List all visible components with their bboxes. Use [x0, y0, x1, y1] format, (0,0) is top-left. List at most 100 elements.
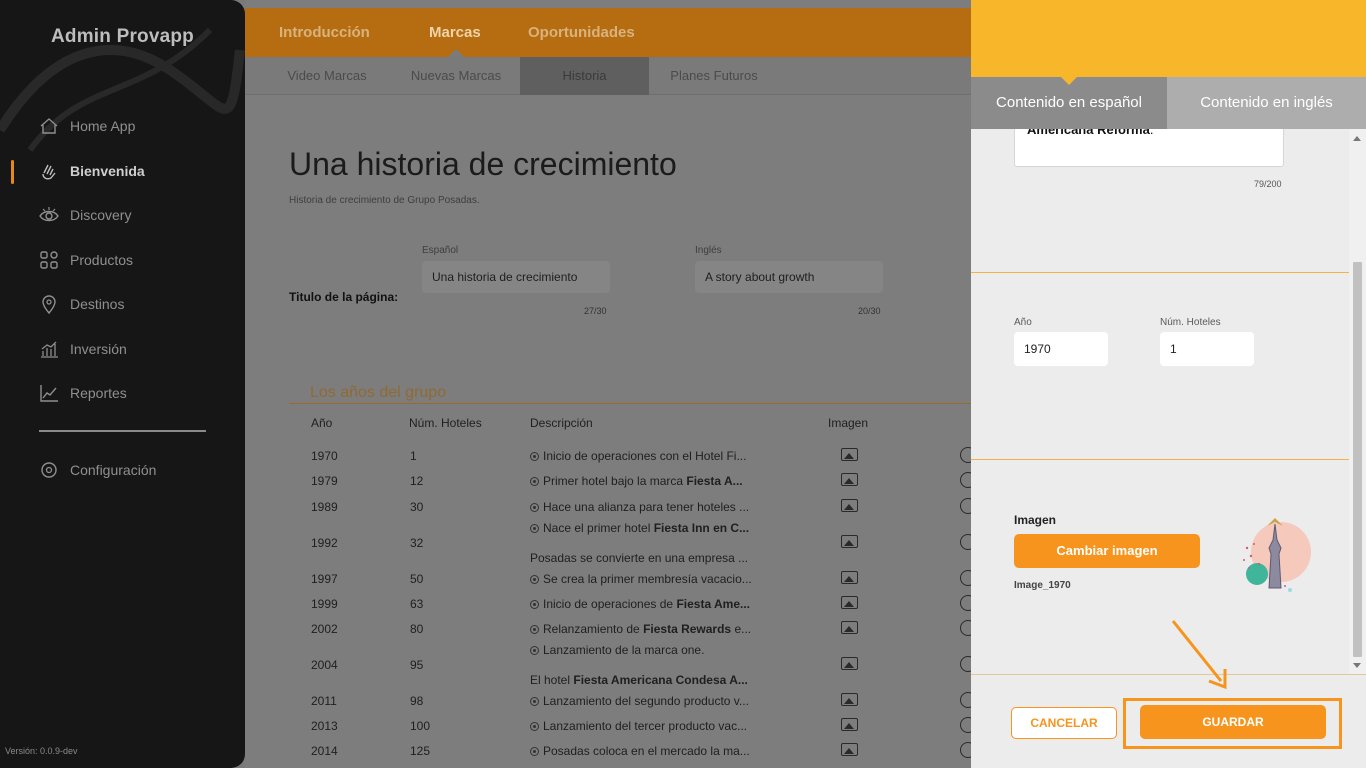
cell-hotels: 80: [410, 622, 424, 636]
image-icon[interactable]: [841, 657, 858, 670]
edit-icon[interactable]: [960, 656, 971, 672]
tab-introduccion[interactable]: Introducción: [279, 24, 370, 41]
description-text: Posadas coloca en el mercado la ma...: [543, 744, 750, 758]
image-icon[interactable]: [841, 743, 858, 756]
description-text: e...: [731, 622, 752, 636]
language-tabs: Contenido en español Contenido en inglés: [971, 77, 1366, 129]
cancel-button[interactable]: CANCELAR: [1011, 707, 1117, 739]
bullet-icon: [530, 697, 539, 706]
bar-chart-icon: [38, 338, 60, 360]
sidebar-item-configuracion[interactable]: Configuración: [38, 458, 156, 482]
table-row[interactable]: 2014 125 Posadas coloca en el mercado la m…: [245, 742, 971, 766]
edit-icon[interactable]: [960, 472, 971, 488]
sidebar-item-discovery[interactable]: Discovery: [38, 203, 131, 227]
cell-description: Lanzamiento del segundo producto v...: [530, 694, 749, 708]
image-icon[interactable]: [841, 535, 858, 548]
cell-year: 1999: [311, 597, 338, 611]
bullet-icon: [530, 600, 539, 609]
title-es-input[interactable]: Una historia de crecimiento: [422, 261, 610, 293]
map-pin-icon: [38, 293, 60, 315]
panel-scroll-area: Americana Reforma. 79/200 Año 1970 Núm. …: [971, 129, 1366, 674]
table-row[interactable]: 1997 50 Se crea la primer membresía vacaci…: [245, 570, 971, 594]
sidebar-item-productos[interactable]: Productos: [38, 248, 133, 272]
sidebar-item-inversion[interactable]: Inversión: [38, 337, 127, 361]
version-label: Versión: 0.0.9-dev: [5, 746, 78, 756]
cell-hotels: 1: [410, 449, 417, 463]
active-indicator: [11, 160, 14, 184]
subtab-planes-futuros[interactable]: Planes Futuros: [649, 57, 779, 95]
bullet-icon: [530, 575, 539, 584]
description-text: Lanzamiento del segundo producto v...: [543, 694, 749, 708]
tab-contenido-ingles[interactable]: Contenido en inglés: [1167, 77, 1366, 129]
year-input[interactable]: 1970: [1014, 332, 1108, 366]
edit-icon[interactable]: [960, 620, 971, 636]
image-thumbnail: [1243, 518, 1311, 592]
cell-year: 2011: [311, 694, 337, 708]
sidebar-item-home-app[interactable]: Home App: [38, 114, 135, 138]
edit-icon[interactable]: [960, 534, 971, 550]
table-row[interactable]: 1979 12 Primer hotel bajo la marca Fiesta …: [245, 472, 971, 496]
edit-icon[interactable]: [960, 717, 971, 733]
table-row[interactable]: 2002 80 Relanzamiento de Fiesta Rewards e.…: [245, 620, 971, 644]
sidebar-item-reportes[interactable]: Reportes: [38, 381, 127, 405]
image-icon[interactable]: [841, 571, 858, 584]
table-row[interactable]: 1992 32 Nace el primer hotel Fiesta Inn en…: [245, 521, 971, 566]
change-image-button[interactable]: Cambiar imagen: [1014, 534, 1200, 568]
image-icon[interactable]: [841, 596, 858, 609]
edit-icon[interactable]: [960, 742, 971, 758]
sidebar-item-label: Inversión: [70, 341, 127, 357]
description-text: Inicio de operaciones con el Hotel Fi...: [543, 449, 747, 463]
cell-year: 2004: [311, 658, 338, 672]
edit-icon[interactable]: [960, 595, 971, 611]
cell-description: Hace una alianza para tener hoteles ...: [530, 500, 749, 514]
wave-hand-icon: [38, 160, 60, 182]
description-textarea[interactable]: Americana Reforma.: [1014, 129, 1284, 167]
table-row[interactable]: 2013 100 Lanzamiento del tercer producto v…: [245, 717, 971, 741]
edit-icon[interactable]: [960, 498, 971, 514]
scrollbar-thumb[interactable]: [1353, 262, 1362, 657]
sidebar-item-label: Home App: [70, 118, 136, 134]
image-icon[interactable]: [841, 473, 858, 486]
sidebar-divider: [39, 430, 206, 432]
cell-description: Nace el primer hotel Fiesta Inn en C...: [530, 521, 749, 535]
cell-year: 1992: [311, 536, 338, 550]
col-header-year: Año: [311, 416, 333, 430]
panel-separator: [971, 272, 1349, 273]
scroll-down-icon[interactable]: [1353, 663, 1361, 668]
image-icon[interactable]: [841, 718, 858, 731]
sidebar-item-bienvenida[interactable]: Bienvenida: [38, 159, 145, 183]
cell-hotels: 95: [410, 658, 424, 672]
edit-icon[interactable]: [960, 570, 971, 586]
edit-icon[interactable]: [960, 692, 971, 708]
title-en-input[interactable]: A story about growth: [695, 261, 883, 293]
image-icon[interactable]: [841, 499, 858, 512]
line-chart-icon: [38, 382, 60, 404]
cell-description: Lanzamiento del tercer producto vac...: [530, 719, 747, 733]
image-icon[interactable]: [841, 693, 858, 706]
home-icon: [38, 115, 60, 137]
col-header-hotels: Núm. Hoteles: [409, 416, 482, 430]
sidebar-item-destinos[interactable]: Destinos: [38, 292, 124, 316]
tab-oportunidades[interactable]: Oportunidades: [528, 24, 635, 41]
table-row[interactable]: 2011 98 Lanzamiento del segundo producto v…: [245, 692, 971, 716]
scroll-up-icon[interactable]: [1353, 136, 1361, 141]
description-text: Lanzamiento de la marca one.: [543, 643, 705, 657]
tab-marcas[interactable]: Marcas: [429, 24, 481, 41]
panel-scrollbar[interactable]: [1349, 129, 1366, 674]
edit-icon[interactable]: [960, 447, 971, 463]
bullet-icon: [530, 503, 539, 512]
subtab-nuevas-marcas[interactable]: Nuevas Marcas: [393, 57, 519, 95]
cell-year: 1970: [311, 449, 338, 463]
description-text: Fiesta Ame...: [676, 597, 751, 611]
table-row[interactable]: 1970 1 Inicio de operaciones con el Hotel …: [245, 447, 971, 471]
image-icon[interactable]: [841, 621, 858, 634]
table-row[interactable]: 1989 30 Hace una alianza para tener hotele…: [245, 498, 971, 522]
subtab-video-marcas[interactable]: Video Marcas: [265, 57, 389, 95]
table-row[interactable]: 1999 63 Inicio de operaciones de Fiesta Am…: [245, 595, 971, 619]
subtab-historia[interactable]: Historia: [520, 57, 649, 95]
sidebar-item-label: Destinos: [70, 296, 125, 312]
save-button[interactable]: GUARDAR: [1140, 705, 1326, 739]
image-icon[interactable]: [841, 448, 858, 461]
table-row[interactable]: 2004 95 Lanzamiento de la marca one. El hot…: [245, 643, 971, 688]
hotels-input[interactable]: 1: [1160, 332, 1254, 366]
